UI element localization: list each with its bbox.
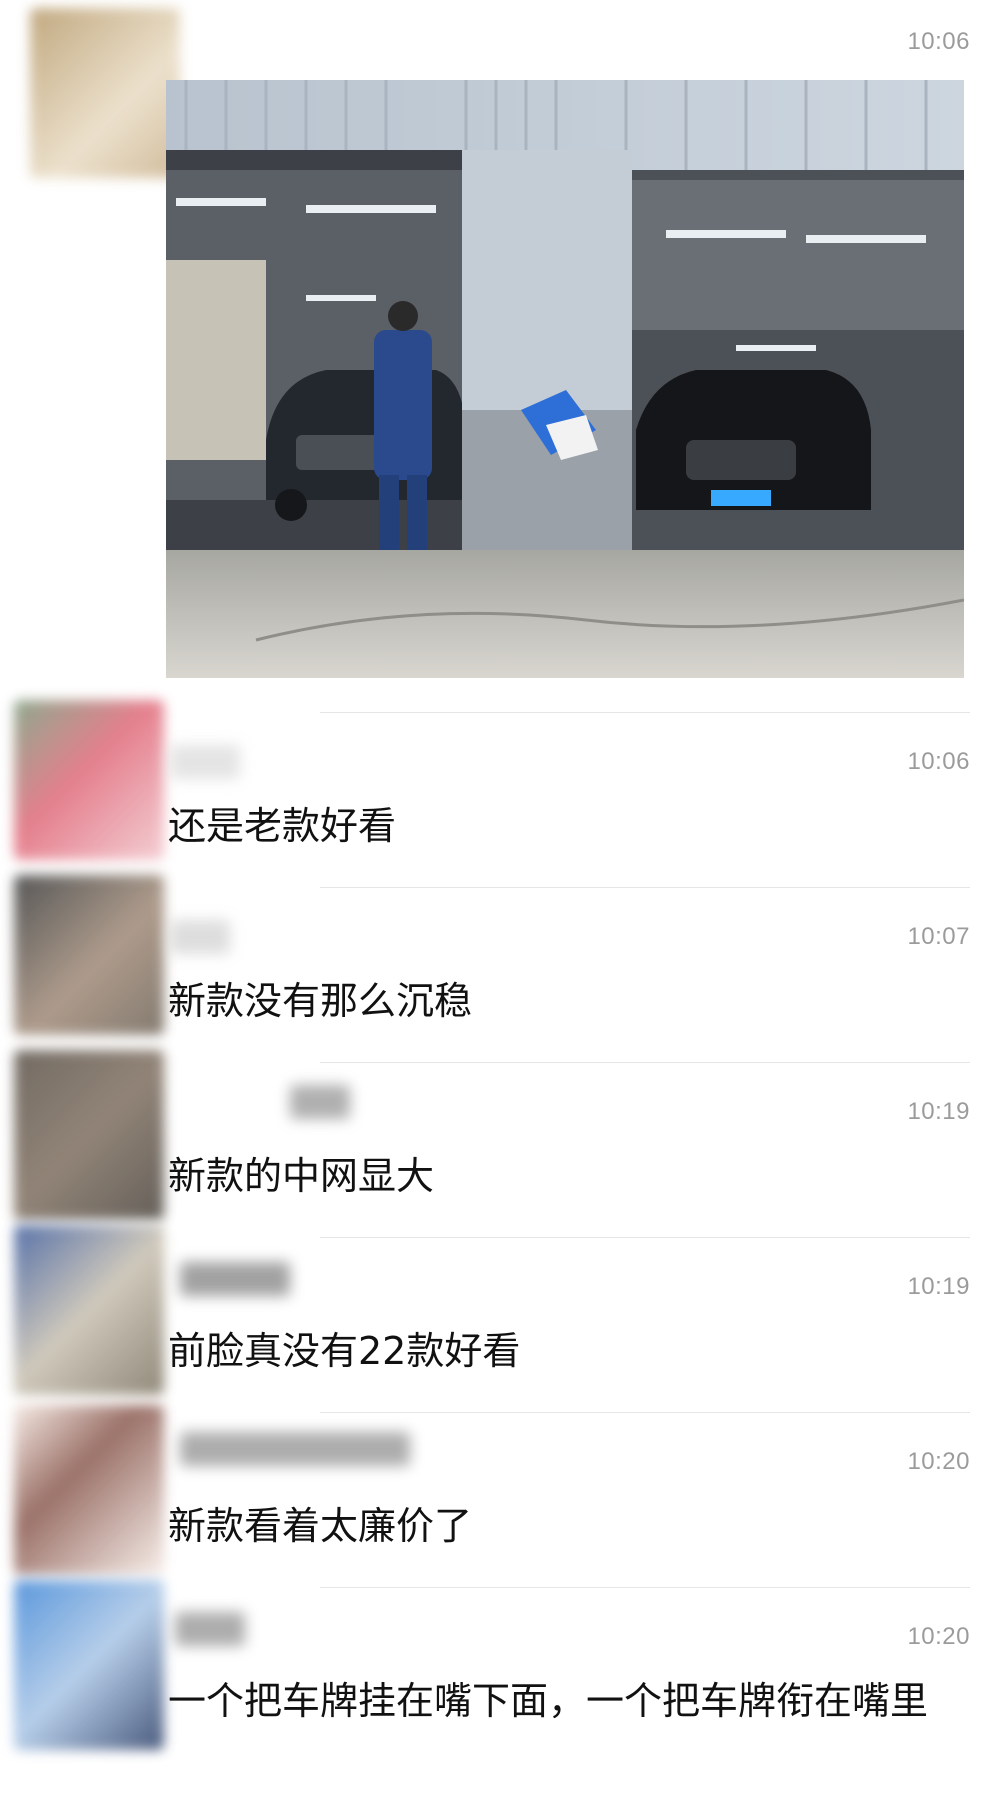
commenter-name[interactable] (290, 1085, 350, 1119)
comment-text: 还是老款好看 (168, 804, 397, 848)
comment-feed: 10:06 10:06 还是老款好看 10:07 新款没有那么沉稳 10:19 … (0, 0, 1000, 1819)
comment-text: 新款没有那么沉稳 (168, 979, 473, 1023)
comment-divider (320, 1237, 970, 1238)
commenter-name[interactable] (180, 1262, 290, 1296)
comment-time: 10:19 (907, 1098, 970, 1125)
comment-divider (320, 887, 970, 888)
comment-divider (320, 712, 970, 713)
post-time: 10:06 (907, 28, 970, 55)
commenter-avatar[interactable] (14, 700, 164, 860)
comment-time: 10:06 (907, 748, 970, 775)
comment-divider (320, 1062, 970, 1063)
commenter-name[interactable] (170, 745, 240, 779)
commenter-name[interactable] (180, 1432, 410, 1466)
comment-divider (320, 1412, 970, 1413)
comment-time: 10:07 (907, 923, 970, 950)
post-photo[interactable] (166, 80, 964, 678)
comment-text: 新款的中网显大 (168, 1154, 435, 1198)
commenter-avatar[interactable] (14, 1405, 164, 1575)
comment-time: 10:19 (907, 1273, 970, 1300)
poster-avatar[interactable] (30, 8, 180, 178)
comment-time: 10:20 (907, 1448, 970, 1475)
commenter-avatar[interactable] (14, 1580, 164, 1750)
photo-garage-icon (166, 80, 964, 678)
commenter-name[interactable] (170, 920, 230, 954)
commenter-avatar[interactable] (14, 875, 164, 1035)
comment-text: 新款看着太廉价了 (168, 1504, 473, 1548)
commenter-avatar[interactable] (14, 1225, 164, 1395)
comment-text: 前脸真没有22款好看 (168, 1329, 521, 1373)
commenter-avatar[interactable] (14, 1050, 164, 1220)
commenter-name[interactable] (175, 1612, 245, 1646)
comment-time: 10:20 (907, 1623, 970, 1650)
comment-divider (320, 1587, 970, 1588)
comment-text: 一个把车牌挂在嘴下面，一个把车牌衔在嘴里 (168, 1679, 929, 1723)
